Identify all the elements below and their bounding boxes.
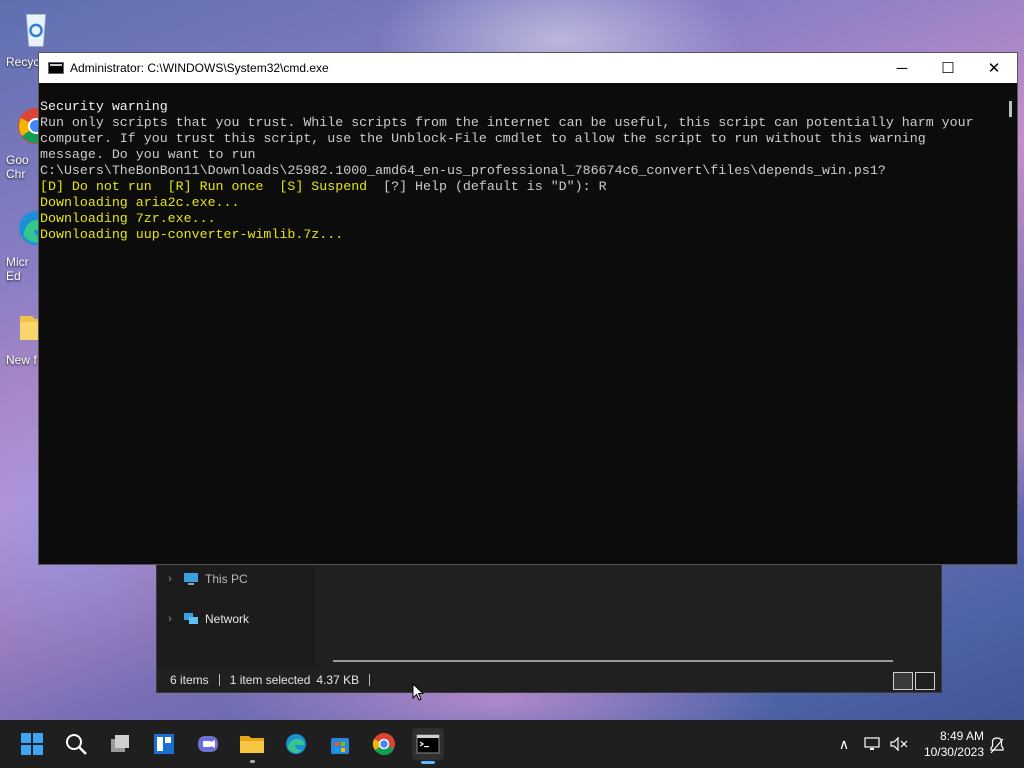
clock-time: 8:49 AM [939, 729, 984, 743]
chevron-right-icon[interactable]: › [157, 613, 183, 625]
navigation-pane: › This PC › Network [157, 564, 315, 668]
edge-button[interactable] [280, 728, 312, 760]
console-line: Downloading 7zr.exe... [40, 211, 216, 226]
console-output[interactable]: Security warning Run only scripts that yo… [39, 99, 1000, 564]
minimize-button[interactable]: ─ [879, 53, 925, 83]
divider [218, 674, 220, 686]
mouse-cursor-icon [412, 683, 424, 701]
vertical-scrollbar-thumb[interactable] [1009, 101, 1012, 117]
chevron-right-icon[interactable]: › [157, 573, 183, 585]
terminal-icon [416, 734, 440, 754]
this-pc-icon [184, 573, 198, 585]
status-bar: 6 items 1 item selected 4.37 KB [157, 668, 941, 692]
nav-item-this-pc[interactable]: › This PC [157, 565, 315, 593]
close-button[interactable]: ✕ [971, 53, 1017, 83]
chat-button[interactable] [192, 728, 224, 760]
console-line: Downloading uup-converter-wimlib.7z... [40, 227, 344, 242]
file-explorer-button[interactable] [236, 728, 268, 763]
cmd-app-icon [48, 62, 64, 74]
start-icon [21, 733, 43, 755]
task-view-icon [111, 735, 129, 752]
close-icon: ✕ [987, 60, 1001, 77]
window-title: Administrator: C:\WINDOWS\System32\cmd.e… [70, 61, 329, 75]
show-hidden-icons-button[interactable]: ∧ [836, 736, 852, 753]
volume-muted-icon[interactable] [890, 736, 908, 752]
running-indicator [250, 760, 255, 763]
network-status-icon[interactable] [864, 736, 882, 752]
search-button[interactable] [60, 728, 92, 760]
details-view-button[interactable] [893, 672, 913, 690]
selection-size: 4.37 KB [316, 673, 360, 687]
minimize-icon: ─ [896, 59, 908, 77]
chrome-icon [372, 733, 395, 755]
horizontal-scrollbar[interactable] [333, 660, 893, 662]
store-icon [331, 738, 349, 754]
task-view-button[interactable] [104, 728, 136, 760]
console-line: message. Do you want to run [40, 147, 256, 162]
start-button[interactable] [16, 728, 48, 760]
widgets-icon [154, 734, 174, 754]
title-bar[interactable]: Administrator: C:\WINDOWS\System32\cmd.e… [39, 53, 1017, 83]
widgets-button[interactable] [148, 728, 180, 760]
console-line: Run only scripts that you trust. While s… [40, 115, 974, 130]
terminal-button[interactable] [412, 728, 444, 764]
nav-item-label: Network [205, 612, 250, 626]
console-line: Security warning [40, 99, 168, 114]
teams-chat-icon [198, 736, 218, 752]
recycle-bin-icon [25, 14, 47, 47]
notifications-icon[interactable] [988, 736, 1006, 754]
system-tray: ∧ [836, 720, 908, 768]
cmd-window[interactable]: Administrator: C:\WINDOWS\System32\cmd.e… [38, 52, 1018, 565]
network-icon [184, 613, 198, 624]
search-icon [66, 734, 87, 755]
chrome-button[interactable] [368, 728, 400, 760]
console-line: Downloading aria2c.exe... [40, 195, 240, 210]
maximize-icon: ☐ [941, 60, 955, 77]
file-explorer-window: › This PC › Network 6 items 1 item selec… [156, 563, 942, 693]
prompt-help: [?] Help (default is "D"): R [383, 179, 607, 194]
items-count: 6 items [170, 673, 209, 687]
clock[interactable]: 8:49 AM 10/30/2023 [924, 728, 984, 760]
console-line: computer. If you trust this script, use … [40, 131, 926, 146]
selection-count: 1 item selected [229, 673, 311, 687]
store-button[interactable] [324, 728, 356, 760]
prompt-options: [D] Do not run [R] Run once [S] Suspend [40, 179, 384, 194]
divider [369, 674, 371, 686]
maximize-button[interactable]: ☐ [925, 53, 971, 83]
active-indicator [421, 761, 435, 764]
clock-date: 10/30/2023 [923, 745, 984, 759]
console-line: C:\Users\TheBonBon11\Downloads\25982.100… [40, 163, 886, 178]
console-prompt-line: [D] Do not run [R] Run once [S] Suspend … [40, 179, 1000, 195]
nav-item-network[interactable]: › Network [157, 605, 315, 633]
taskbar: ∧ 8:49 AM 10/30/2023 [0, 720, 1024, 768]
nav-item-label: This PC [205, 572, 248, 586]
edge-icon [286, 734, 306, 754]
large-icons-view-button[interactable] [915, 672, 935, 690]
file-explorer-icon [240, 736, 264, 753]
